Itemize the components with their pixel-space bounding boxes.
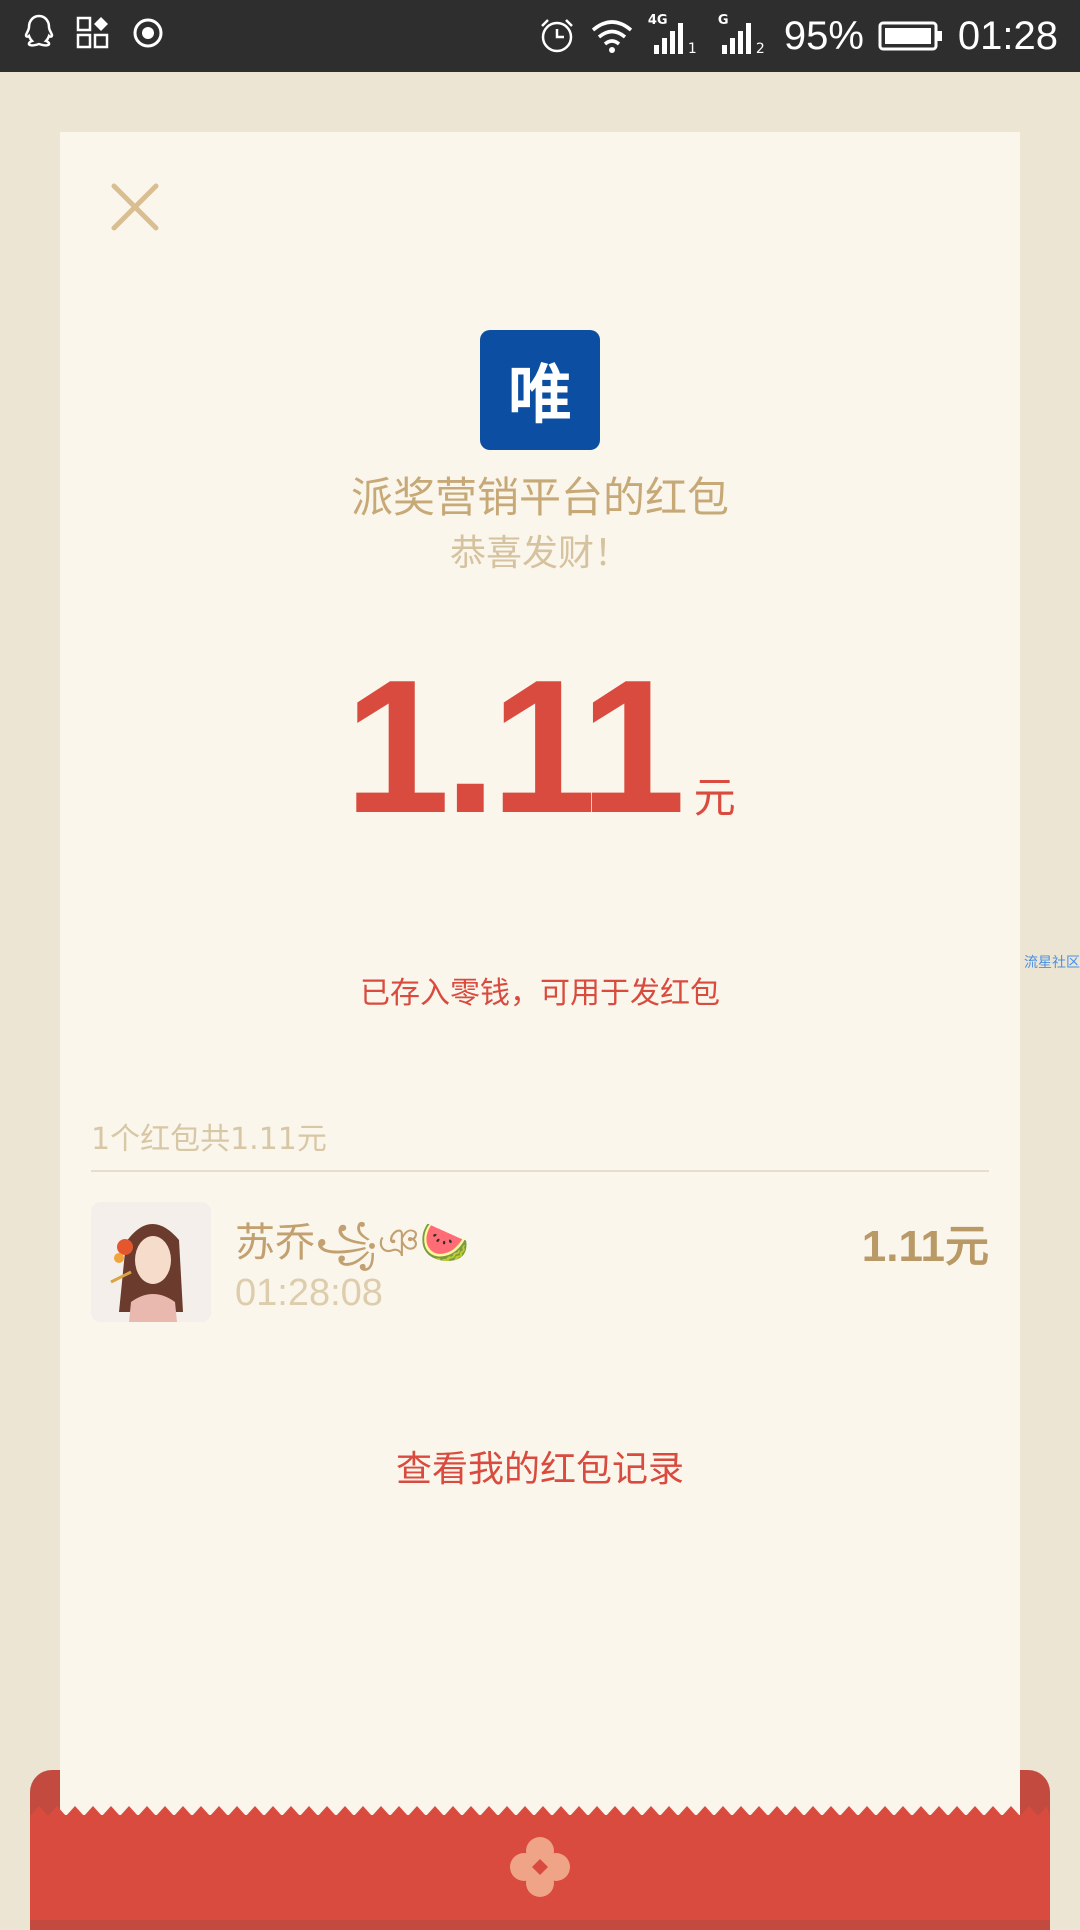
record-icon: [132, 17, 164, 49]
saved-note: 已存入零钱，可用于发红包: [360, 976, 720, 1011]
close-icon: [111, 183, 159, 231]
view-records-link[interactable]: 查看我的红包记录: [60, 1440, 1020, 1492]
network-type-sim2: G: [717, 13, 729, 28]
qq-icon: [24, 14, 54, 52]
red-packet-detail-card: 唯 派奖营销平台的红包 恭喜发财！ 1.11 元 已存入零钱，可用于发红包 1个红…: [60, 132, 1020, 1820]
amount-display: 1.11 元: [60, 652, 1020, 842]
close-button[interactable]: [100, 172, 170, 242]
flower-icon: [510, 1837, 570, 1897]
watermark: 流星社区: [1024, 955, 1080, 971]
divider: [91, 1170, 989, 1172]
battery-percent: 95%: [783, 14, 864, 58]
sim2-index: 2: [755, 41, 765, 57]
sender-avatar: 唯: [480, 330, 600, 450]
sender-title: 派奖营销平台的红包: [350, 473, 729, 522]
clock: 01:28: [957, 14, 1058, 58]
amount-unit: 元: [693, 773, 736, 822]
receive-time: 01:28:08: [235, 1272, 383, 1314]
apps-icon: [76, 16, 110, 50]
signal-icon: 4G 1: [647, 13, 702, 57]
status-bar: 4G 1 G 2 95% 01:28: [0, 0, 1080, 72]
amount-value: 1.11: [344, 641, 685, 853]
receiver-row[interactable]: 苏乔꧁ঞ🍉 01:28:08 1.11元: [91, 1202, 989, 1324]
greeting: 恭喜发财！: [449, 533, 630, 574]
battery-icon: [878, 20, 944, 52]
packet-summary: 1个红包共1.11元: [91, 1122, 327, 1157]
network-type-sim1: 4G: [647, 13, 668, 28]
signal-icon: G 2: [716, 13, 770, 57]
sim1-index: 1: [687, 41, 697, 57]
receive-amount: 1.11元: [861, 1222, 989, 1271]
avatar[interactable]: [91, 1202, 211, 1322]
wifi-icon: [590, 18, 634, 54]
alarm-icon: [538, 17, 576, 55]
